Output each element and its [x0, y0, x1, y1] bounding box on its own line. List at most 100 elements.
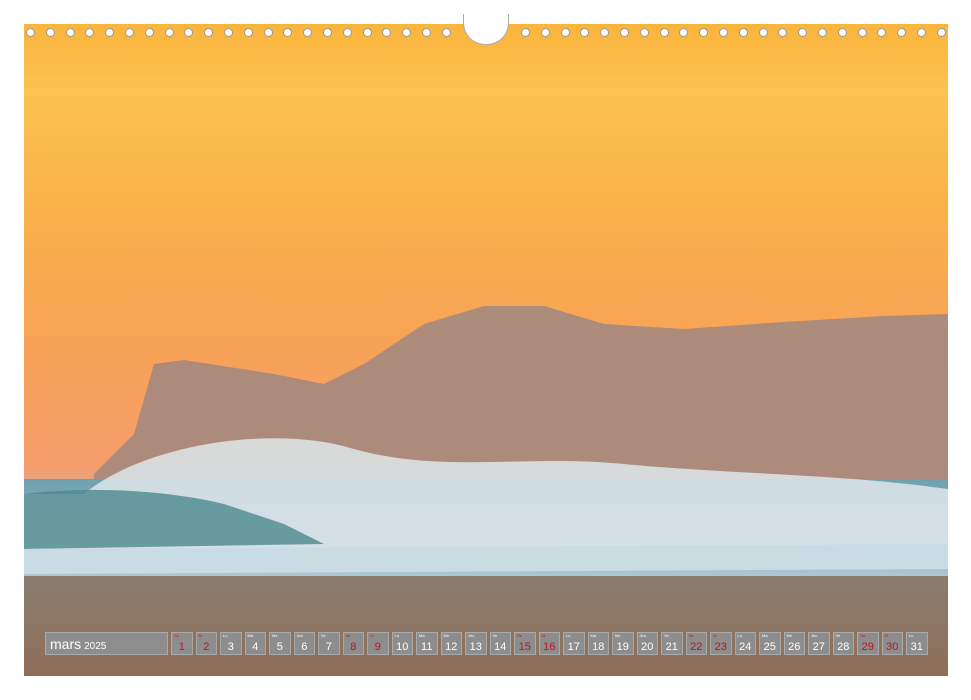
weekday-label: Jeu	[468, 633, 475, 638]
weekday-label: Me	[615, 633, 621, 638]
binder-hole	[184, 28, 194, 37]
binder-hole	[45, 28, 55, 37]
day-number: 28	[837, 641, 850, 653]
binder-hole	[521, 28, 530, 37]
binder-hole	[362, 28, 372, 37]
day-number: 4	[252, 641, 259, 653]
day-number: 30	[886, 641, 899, 653]
binder-hole	[857, 28, 867, 37]
day-cell: Sa 22	[685, 632, 707, 655]
weekday-label: Sa	[174, 633, 179, 638]
day-number: 22	[690, 641, 703, 653]
weekday-label: Sa	[860, 633, 865, 638]
binder-hole	[580, 28, 590, 37]
day-cell: Jeu 6	[293, 632, 315, 655]
weekday-label: Me	[786, 633, 793, 638]
day-number: 12	[445, 641, 458, 653]
binder-hole	[105, 28, 115, 37]
binder-hole	[26, 28, 35, 37]
binder-hole	[897, 28, 907, 37]
day-number: 21	[665, 641, 678, 653]
day-number: 14	[494, 641, 507, 653]
day-cell: Ma 4	[244, 632, 266, 655]
calendar-photo	[24, 24, 948, 676]
day-cell: Ve 21	[661, 632, 683, 655]
weekday-label: Sa	[688, 633, 694, 638]
day-cell: Me 5	[269, 632, 291, 655]
calendar-strip: mars 2025 Sa 1 Di 2 Lu 3 Ma 4 Me 5 Jeu 6 Ve 7 Sa 8 Di 9 Lu 1…	[45, 632, 928, 655]
weekday-label: Me	[443, 633, 450, 638]
binder-hole	[877, 28, 887, 37]
weekday-label: Di	[541, 633, 546, 638]
weekday-label: Lu	[566, 633, 571, 638]
day-number: 27	[812, 641, 825, 653]
day-cell: Sa 15	[514, 632, 536, 655]
day-cell: Jeu 27	[808, 632, 830, 655]
day-cell: Lu 3	[220, 632, 242, 655]
binder-hole	[620, 28, 629, 37]
day-number: 26	[788, 641, 801, 653]
binder-hole	[600, 28, 610, 37]
day-cell: Jeu 20	[636, 632, 658, 655]
binder-hole	[283, 28, 293, 37]
binder-hole	[342, 28, 352, 37]
day-cell: Jeu 13	[465, 632, 487, 655]
day-cell: Di 30	[881, 632, 903, 655]
weekday-label: Lu	[909, 633, 914, 638]
binder-hole	[323, 28, 332, 37]
weekday-label: Ma	[762, 633, 768, 638]
binder-hole	[382, 28, 392, 37]
weekday-label: Di	[884, 633, 889, 638]
day-number: 15	[518, 641, 531, 653]
binder-hole	[639, 28, 649, 37]
day-number: 6	[301, 641, 308, 653]
weekday-label: Lu	[223, 633, 228, 638]
binder-hole	[798, 28, 808, 37]
binder-hole	[778, 28, 788, 37]
day-cell: Sa 1	[171, 632, 193, 655]
binder-hole	[540, 28, 550, 37]
weekday-label: Ve	[664, 633, 669, 638]
day-number: 29	[861, 641, 874, 653]
year: 2025	[84, 641, 107, 652]
day-number: 17	[567, 641, 580, 653]
weekday-label: Sa	[345, 633, 351, 638]
weekday-label: Ve	[492, 633, 498, 638]
day-number: 8	[350, 641, 357, 653]
day-number: 25	[763, 641, 776, 653]
binder-hole	[679, 28, 689, 37]
day-number: 11	[421, 641, 433, 653]
day-number: 31	[910, 641, 923, 653]
binder-hole	[719, 28, 728, 37]
weekday-label: Ve	[835, 633, 841, 638]
weekday-label: Sa	[517, 633, 522, 638]
weekday-label: Di	[713, 633, 717, 638]
weekday-label: Di	[370, 633, 374, 638]
day-number: 5	[276, 641, 283, 653]
binder-hole	[164, 28, 174, 37]
day-cell: Lu 24	[734, 632, 756, 655]
binder-hole	[758, 28, 768, 37]
binder-hole	[144, 28, 154, 37]
day-cell: Ma 25	[759, 632, 781, 655]
day-cell: Lu 10	[391, 632, 413, 655]
weekday-label: Jeu	[639, 633, 646, 638]
weekday-label: Me	[272, 633, 278, 638]
weekday-label: Ve	[321, 633, 326, 638]
day-number: 20	[641, 641, 654, 653]
binder-hole	[818, 28, 827, 37]
binder-hole	[422, 28, 431, 37]
day-cell: Sa 29	[857, 632, 879, 655]
binder-hole	[65, 28, 75, 37]
day-cell: Me 19	[612, 632, 634, 655]
binder-hole	[441, 28, 451, 37]
day-cell: Ve 28	[832, 632, 854, 655]
day-number: 10	[396, 641, 409, 653]
binder-hole	[263, 28, 273, 37]
day-cell: Ve 7	[318, 632, 340, 655]
day-number: 9	[374, 641, 381, 653]
day-number: 7	[325, 641, 332, 653]
binder-hole	[243, 28, 253, 37]
day-cell: Me 26	[783, 632, 805, 655]
day-number: 1	[178, 641, 185, 653]
